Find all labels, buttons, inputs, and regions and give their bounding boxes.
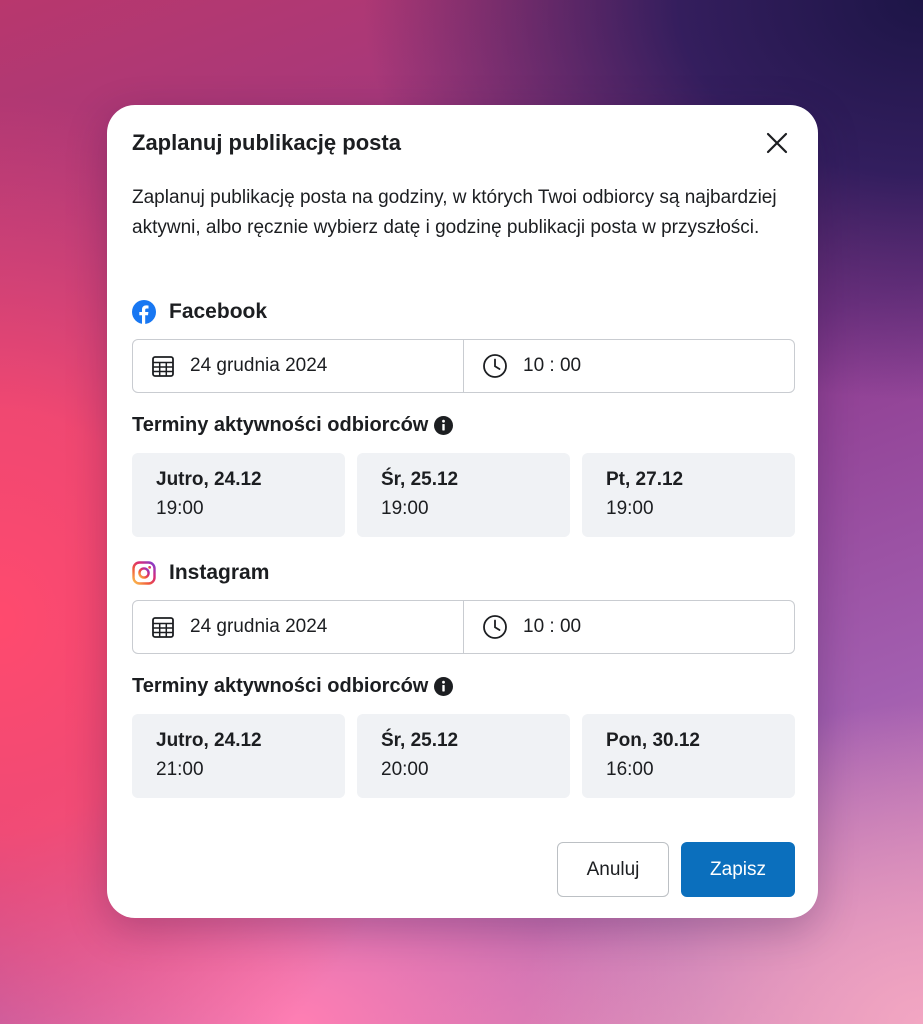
slot-day: Jutro, 24.12	[156, 469, 262, 490]
instagram-time-value: 10 : 00	[523, 616, 582, 637]
instagram-time-field[interactable]: 10 : 00	[463, 601, 794, 653]
instagram-activity-heading: Terminy aktywności odbiorców	[132, 672, 795, 700]
clock-icon	[483, 354, 507, 378]
activity-slot[interactable]: Jutro, 24.12 19:00	[132, 453, 345, 537]
facebook-activity-slots: Jutro, 24.12 19:00 Śr, 25.12 19:00 Pt, 2…	[132, 453, 795, 537]
slot-day: Śr, 25.12	[381, 730, 459, 751]
activity-slot[interactable]: Pt, 27.12 19:00	[582, 453, 795, 537]
facebook-activity-heading: Terminy aktywności odbiorców	[132, 411, 795, 439]
slot-day: Pt, 27.12	[606, 469, 684, 490]
save-button[interactable]: Zapisz	[681, 842, 795, 897]
instagram-datetime-picker: 24 grudnia 2024 10 : 00	[132, 600, 795, 654]
facebook-header: Facebook	[132, 298, 795, 326]
dialog-title: Zaplanuj publikację posta	[132, 130, 401, 155]
slot-time: 19:00	[156, 498, 204, 519]
slot-day: Śr, 25.12	[381, 469, 459, 490]
instagram-label: Instagram	[169, 561, 270, 584]
slot-time: 21:00	[156, 759, 204, 780]
facebook-datetime-picker: 24 grudnia 2024 10 : 00	[132, 339, 795, 393]
slot-time: 20:00	[381, 759, 429, 780]
facebook-date-field[interactable]: 24 grudnia 2024	[133, 340, 463, 392]
instagram-date-field[interactable]: 24 grudnia 2024	[133, 601, 463, 653]
info-icon[interactable]	[434, 676, 454, 696]
facebook-date-value: 24 grudnia 2024	[190, 355, 328, 376]
slot-time: 19:00	[381, 498, 429, 519]
facebook-icon	[132, 300, 156, 324]
instagram-activity-slots: Jutro, 24.12 21:00 Śr, 25.12 20:00 Pon, …	[132, 714, 795, 798]
instagram-icon	[132, 561, 156, 585]
activity-slot[interactable]: Jutro, 24.12 21:00	[132, 714, 345, 798]
clock-icon	[483, 615, 507, 639]
facebook-activity-heading-text: Terminy aktywności odbiorców	[132, 413, 429, 436]
facebook-time-field[interactable]: 10 : 00	[463, 340, 794, 392]
slot-time: 16:00	[606, 759, 654, 780]
activity-slot[interactable]: Śr, 25.12 19:00	[357, 453, 570, 537]
instagram-activity-heading-text: Terminy aktywności odbiorców	[132, 674, 429, 697]
facebook-section: Facebook 24 grudnia 2024 10 : 00 Terminy…	[132, 298, 795, 537]
calendar-icon	[152, 356, 174, 377]
close-icon	[766, 132, 788, 154]
slot-time: 19:00	[606, 498, 654, 519]
slot-day: Pon, 30.12	[606, 730, 700, 751]
activity-slot[interactable]: Śr, 25.12 20:00	[357, 714, 570, 798]
schedule-post-dialog: Zaplanuj publikację posta Zaplanuj publi…	[107, 105, 818, 918]
instagram-section: Instagram 24 grudnia 2024 10 : 00 Termin…	[132, 559, 795, 798]
close-button[interactable]	[763, 129, 791, 157]
facebook-time-value: 10 : 00	[523, 355, 582, 376]
facebook-label: Facebook	[169, 300, 268, 323]
dialog-description: Zaplanuj publikację posta na godziny, w …	[132, 187, 777, 238]
instagram-date-value: 24 grudnia 2024	[190, 616, 328, 637]
cancel-button[interactable]: Anuluj	[557, 842, 669, 897]
info-icon[interactable]	[434, 415, 454, 435]
activity-slot[interactable]: Pon, 30.12 16:00	[582, 714, 795, 798]
calendar-icon	[152, 617, 174, 638]
slot-day: Jutro, 24.12	[156, 730, 262, 751]
instagram-header: Instagram	[132, 559, 795, 587]
